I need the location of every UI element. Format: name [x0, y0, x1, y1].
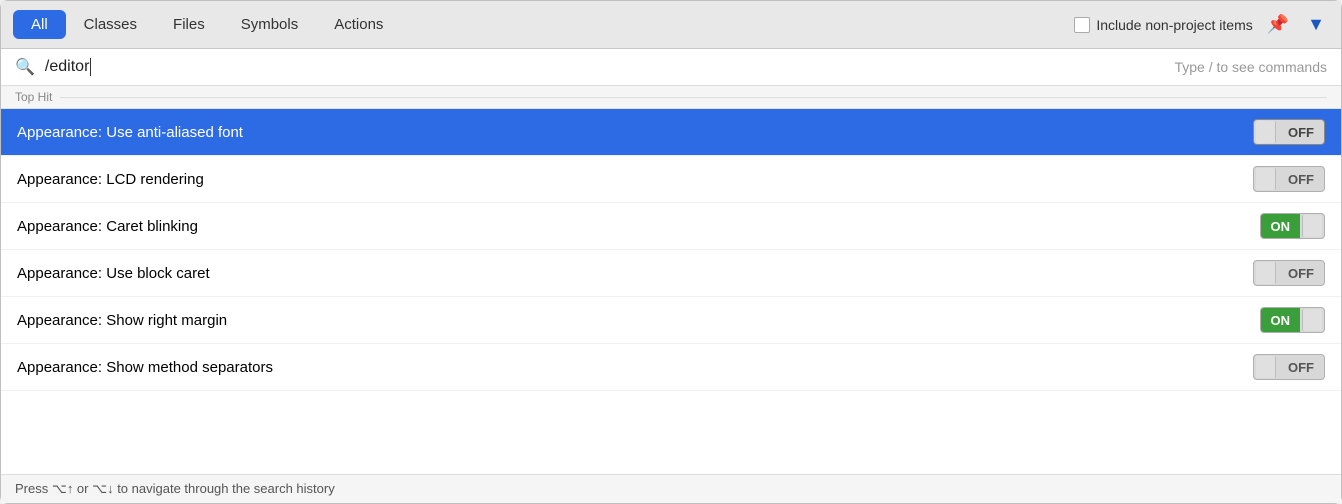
tab-actions[interactable]: Actions — [316, 10, 401, 39]
tab-bar: All Classes Files Symbols Actions Includ… — [1, 1, 1341, 49]
result-item-5[interactable]: Appearance: Show method separators OFF — [1, 344, 1341, 391]
toggle-knob-2 — [1302, 215, 1322, 237]
toggle-knob-1 — [1256, 168, 1276, 190]
tab-all[interactable]: All — [13, 10, 66, 39]
toggle-3[interactable]: OFF — [1253, 260, 1325, 286]
toggle-2[interactable]: ON — [1260, 213, 1326, 239]
toggle-0[interactable]: OFF — [1253, 119, 1325, 145]
toggle-off-label-1: OFF — [1278, 167, 1324, 191]
header-right: Include non-project items 📌 ▼ — [1074, 10, 1329, 39]
result-item-3[interactable]: Appearance: Use block caret OFF — [1, 250, 1341, 297]
tab-symbols[interactable]: Symbols — [223, 10, 317, 39]
toggle-knob-0 — [1256, 121, 1276, 143]
result-label-3: Appearance: Use block caret — [17, 265, 1253, 282]
filter-icon[interactable]: ▼ — [1303, 10, 1329, 39]
search-bar: 🔍 /editor Type / to see commands — [1, 49, 1341, 86]
result-label-2: Appearance: Caret blinking — [17, 218, 1260, 235]
result-label-1: Appearance: LCD rendering — [17, 171, 1253, 188]
search-cursor — [90, 58, 91, 76]
toggle-4[interactable]: ON — [1260, 307, 1326, 333]
toggle-off-label-0: OFF — [1278, 120, 1324, 144]
toggle-off-label-3: OFF — [1278, 261, 1324, 285]
status-text: Press ⌥↑ or ⌥↓ to navigate through the s… — [15, 481, 335, 496]
include-non-project-checkbox[interactable] — [1074, 17, 1090, 33]
tab-files[interactable]: Files — [155, 10, 223, 39]
result-label-5: Appearance: Show method separators — [17, 359, 1253, 376]
toggle-knob-3 — [1256, 262, 1276, 284]
tab-classes[interactable]: Classes — [66, 10, 155, 39]
result-list: Appearance: Use anti-aliased font OFF Ap… — [1, 109, 1341, 474]
toggle-knob-4 — [1302, 309, 1322, 331]
toggle-on-label-4: ON — [1261, 308, 1301, 332]
pin-icon[interactable]: 📌 — [1263, 10, 1293, 39]
result-item-0[interactable]: Appearance: Use anti-aliased font OFF — [1, 109, 1341, 156]
toggle-on-label-2: ON — [1261, 214, 1301, 238]
include-non-project-text: Include non-project items — [1096, 17, 1252, 33]
search-query-text: /editor — [45, 58, 89, 76]
search-icon: 🔍 — [15, 57, 35, 77]
toggle-1[interactable]: OFF — [1253, 166, 1325, 192]
result-label-0: Appearance: Use anti-aliased font — [17, 124, 1253, 141]
result-item-2[interactable]: Appearance: Caret blinking ON — [1, 203, 1341, 250]
search-hint: Type / to see commands — [1174, 59, 1327, 75]
result-item-4[interactable]: Appearance: Show right margin ON — [1, 297, 1341, 344]
result-label-4: Appearance: Show right margin — [17, 312, 1260, 329]
include-non-project-label[interactable]: Include non-project items — [1074, 17, 1252, 33]
section-label: Top Hit — [15, 90, 52, 104]
result-item-1[interactable]: Appearance: LCD rendering OFF — [1, 156, 1341, 203]
search-input[interactable]: /editor — [45, 58, 1165, 76]
status-bar: Press ⌥↑ or ⌥↓ to navigate through the s… — [1, 474, 1341, 503]
toggle-5[interactable]: OFF — [1253, 354, 1325, 380]
section-header: Top Hit — [1, 86, 1341, 109]
toggle-off-label-5: OFF — [1278, 355, 1324, 379]
toggle-knob-5 — [1256, 356, 1276, 378]
